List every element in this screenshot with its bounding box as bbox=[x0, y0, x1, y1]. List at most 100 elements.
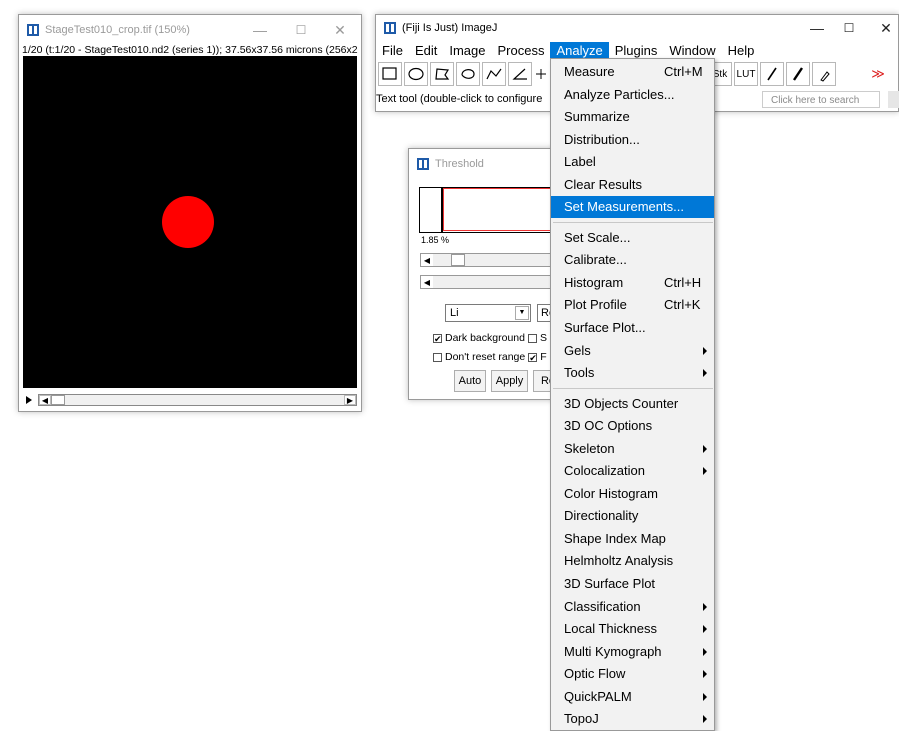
search-input[interactable]: Click here to search bbox=[762, 91, 880, 108]
chevron-down-icon[interactable]: ▼ bbox=[515, 306, 529, 320]
threshold-title: Threshold bbox=[435, 158, 484, 170]
checkbox-box[interactable]: ✔ bbox=[433, 333, 442, 343]
menu-item-label[interactable]: Label bbox=[551, 151, 714, 173]
brush-tool-icon[interactable] bbox=[786, 62, 810, 86]
status-line: Text tool (double-click to configure bbox=[376, 93, 543, 105]
menu-item-colocalization[interactable]: Colocalization bbox=[551, 460, 714, 482]
frame-scrollbar[interactable]: ◀ ▶ bbox=[23, 393, 357, 407]
search-button[interactable] bbox=[888, 91, 899, 108]
menu-item-shape-index-map[interactable]: Shape Index Map bbox=[551, 528, 714, 550]
dropper-tool-icon[interactable] bbox=[812, 62, 836, 86]
minimize-button[interactable]: — bbox=[237, 15, 283, 45]
imagej-titlebar[interactable]: (Fiji Is Just) ImageJ — ☐ ✕ bbox=[376, 15, 898, 41]
menu-image[interactable]: Image bbox=[443, 42, 491, 60]
imagej-title: (Fiji Is Just) ImageJ bbox=[402, 22, 498, 34]
line-tool-icon[interactable] bbox=[482, 62, 506, 86]
image-canvas[interactable] bbox=[23, 56, 357, 388]
threshold-range-box bbox=[443, 188, 560, 231]
menu-item-distribution[interactable]: Distribution... bbox=[551, 129, 714, 151]
menu-item-calibrate[interactable]: Calibrate... bbox=[551, 249, 714, 271]
menu-item-summarize[interactable]: Summarize bbox=[551, 106, 714, 128]
polygon-tool-icon[interactable] bbox=[430, 62, 454, 86]
menu-file[interactable]: File bbox=[376, 42, 409, 60]
menu-item-helmholtz-analysis[interactable]: Helmholtz Analysis bbox=[551, 550, 714, 572]
menu-item-plot-profile[interactable]: Plot Profile Ctrl+K bbox=[551, 294, 714, 316]
menu-item-3d-objects-counter[interactable]: 3D Objects Counter bbox=[551, 393, 714, 415]
menu-item-set-measurements[interactable]: Set Measurements... bbox=[551, 196, 714, 218]
submenu-arrow-icon bbox=[703, 347, 707, 355]
threshold-titlebar[interactable]: Threshold bbox=[409, 149, 568, 179]
pencil-tool-icon[interactable] bbox=[760, 62, 784, 86]
lower-threshold-slider[interactable]: ◀ bbox=[420, 253, 560, 267]
submenu-arrow-icon bbox=[703, 369, 707, 377]
menu-edit[interactable]: Edit bbox=[409, 42, 443, 60]
close-button[interactable]: ✕ bbox=[317, 15, 363, 45]
slider-left-icon[interactable]: ◀ bbox=[421, 254, 433, 266]
submenu-arrow-icon bbox=[703, 625, 707, 633]
menu-item-histogram[interactable]: Histogram Ctrl+H bbox=[551, 272, 714, 294]
dark-background-checkbox[interactable]: ✔ Dark background S bbox=[433, 332, 547, 344]
slider-knob[interactable] bbox=[451, 254, 465, 266]
menu-help[interactable]: Help bbox=[722, 42, 761, 60]
slider-left-icon[interactable]: ◀ bbox=[421, 276, 433, 288]
red-spot bbox=[162, 196, 214, 248]
menu-item-surface-plot[interactable]: Surface Plot... bbox=[551, 317, 714, 339]
upper-threshold-slider[interactable]: ◀ bbox=[420, 275, 560, 289]
menu-separator bbox=[553, 222, 713, 223]
submenu-arrow-icon bbox=[703, 603, 707, 611]
raw-values-label: F bbox=[540, 351, 547, 363]
close-button[interactable]: ✕ bbox=[863, 15, 899, 41]
lut-tool-button[interactable]: LUT bbox=[734, 62, 758, 86]
menu-item-classification[interactable]: Classification bbox=[551, 596, 714, 618]
dont-reset-range-label: Don't reset range bbox=[445, 351, 526, 363]
menu-process[interactable]: Process bbox=[492, 42, 551, 60]
scroll-thumb[interactable] bbox=[51, 395, 65, 405]
image-info-line: 1/20 (t:1/20 - StageTest010.nd2 (series … bbox=[22, 44, 358, 56]
rectangle-tool-icon[interactable] bbox=[378, 62, 402, 86]
auto-button[interactable]: Auto bbox=[454, 370, 486, 392]
checkbox-box[interactable] bbox=[433, 352, 442, 362]
dont-reset-range-checkbox[interactable]: Don't reset range ✔ F bbox=[433, 351, 547, 363]
menu-item-3d-oc-options[interactable]: 3D OC Options bbox=[551, 415, 714, 437]
stack-histogram-label: S bbox=[539, 332, 547, 344]
raw-values-checkbox[interactable]: ✔ bbox=[528, 352, 538, 362]
fiji-app-icon bbox=[27, 24, 39, 36]
analyze-menu: Measure Ctrl+M Analyze Particles... Summa… bbox=[550, 58, 715, 731]
submenu-arrow-icon bbox=[703, 648, 707, 656]
apply-button[interactable]: Apply bbox=[491, 370, 528, 392]
submenu-arrow-icon bbox=[703, 670, 707, 678]
menu-item-3d-surface-plot[interactable]: 3D Surface Plot bbox=[551, 573, 714, 595]
menu-item-clear-results[interactable]: Clear Results bbox=[551, 174, 714, 196]
menu-item-tools[interactable]: Tools bbox=[551, 362, 714, 384]
menu-item-quickpalm[interactable]: QuickPALM bbox=[551, 686, 714, 708]
menu-item-measure[interactable]: Measure Ctrl+M bbox=[551, 61, 714, 83]
image-window-titlebar[interactable]: StageTest010_crop.tif (150%) — ☐ ✕ bbox=[19, 15, 361, 45]
threshold-dialog: Threshold 1.85 % ◀ ◀ Li ▼ Re ✔ Dark back… bbox=[408, 148, 577, 400]
fiji-app-icon bbox=[417, 158, 429, 170]
menu-item-analyze-particles[interactable]: Analyze Particles... bbox=[551, 84, 714, 106]
menu-item-optic-flow[interactable]: Optic Flow bbox=[551, 663, 714, 685]
histogram-spike bbox=[420, 188, 443, 232]
play-icon[interactable] bbox=[26, 396, 32, 404]
oval-tool-icon[interactable] bbox=[404, 62, 428, 86]
point-tool-icon[interactable] bbox=[534, 62, 548, 86]
scroll-right-icon[interactable]: ▶ bbox=[344, 395, 356, 405]
menu-item-set-scale[interactable]: Set Scale... bbox=[551, 227, 714, 249]
frame-scroll-track[interactable]: ◀ ▶ bbox=[38, 394, 357, 406]
threshold-histogram bbox=[419, 187, 561, 233]
threshold-method-select[interactable]: Li ▼ bbox=[445, 304, 531, 322]
angle-tool-icon[interactable] bbox=[508, 62, 532, 86]
scroll-left-icon[interactable]: ◀ bbox=[39, 395, 51, 405]
freehand-tool-icon[interactable] bbox=[456, 62, 480, 86]
menu-item-directionality[interactable]: Directionality bbox=[551, 505, 714, 527]
menu-item-skeleton[interactable]: Skeleton bbox=[551, 438, 714, 460]
more-tools-icon[interactable]: ≫ bbox=[866, 62, 890, 86]
menu-item-color-histogram[interactable]: Color Histogram bbox=[551, 483, 714, 505]
menu-item-local-thickness[interactable]: Local Thickness bbox=[551, 618, 714, 640]
dark-background-label: Dark background bbox=[445, 332, 525, 344]
method-value: Li bbox=[450, 307, 459, 319]
menu-item-multi-kymograph[interactable]: Multi Kymograph bbox=[551, 641, 714, 663]
stack-histogram-checkbox[interactable] bbox=[527, 333, 537, 343]
menu-item-gels[interactable]: Gels bbox=[551, 340, 714, 362]
menu-item-topoj[interactable]: TopoJ bbox=[551, 708, 714, 730]
